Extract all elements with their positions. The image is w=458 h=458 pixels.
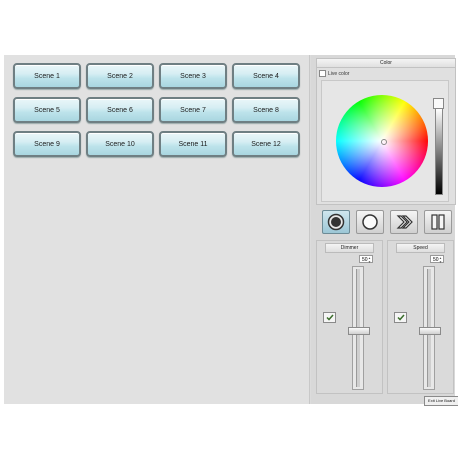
live-color-option[interactable]: Live color: [319, 70, 349, 77]
speed-slider-thumb[interactable]: [419, 327, 441, 335]
speed-value-input[interactable]: 50 ▲ ▼: [430, 255, 444, 264]
checkmark-icon: [325, 314, 334, 321]
scene-1-button[interactable]: Scene 1: [13, 63, 81, 89]
scene-8-button[interactable]: Scene 8: [232, 97, 300, 123]
dimmer-slider[interactable]: [348, 266, 370, 390]
spin-arrows-icon[interactable]: ▲ ▼: [439, 256, 442, 264]
color-wheel[interactable]: [336, 95, 428, 187]
checkmark-icon: [396, 314, 405, 321]
record-icon: [327, 213, 345, 231]
forward-button[interactable]: [390, 210, 418, 234]
exit-live-board-button[interactable]: Exit Live Board: [424, 396, 458, 406]
color-wheel-marker[interactable]: [381, 139, 387, 145]
speed-slider[interactable]: [419, 266, 441, 390]
scene-7-button[interactable]: Scene 7: [159, 97, 227, 123]
brightness-slider[interactable]: [435, 108, 443, 195]
color-panel: Color Live color: [316, 58, 456, 205]
scene-10-button[interactable]: Scene 10: [86, 131, 154, 157]
speed-checkbox[interactable]: [394, 312, 407, 323]
scene-5-button[interactable]: Scene 5: [13, 97, 81, 123]
scene-6-button[interactable]: Scene 6: [86, 97, 154, 123]
scene-area: Scene 1 Scene 2 Scene 3 Scene 4 Scene 5 …: [4, 55, 310, 404]
record-button[interactable]: [322, 210, 350, 234]
live-color-label: Live color: [328, 70, 350, 77]
scene-12-button[interactable]: Scene 12: [232, 131, 300, 157]
scene-9-button[interactable]: Scene 9: [13, 131, 81, 157]
pause-icon: [431, 214, 445, 230]
live-board-window: Scene 1 Scene 2 Scene 3 Scene 4 Scene 5 …: [4, 55, 458, 406]
speed-title: Speed: [396, 243, 445, 253]
scene-grid: Scene 1 Scene 2 Scene 3 Scene 4 Scene 5 …: [13, 63, 300, 157]
scene-3-button[interactable]: Scene 3: [159, 63, 227, 89]
color-panel-title: Color: [317, 59, 455, 68]
stop-button[interactable]: [356, 210, 384, 234]
dimmer-panel: Dimmer 50 ▲ ▼: [316, 240, 383, 394]
scene-4-button[interactable]: Scene 4: [232, 63, 300, 89]
forward-icon: [396, 215, 413, 229]
stop-icon: [362, 214, 378, 230]
scene-2-button[interactable]: Scene 2: [86, 63, 154, 89]
speed-value: 50: [433, 257, 439, 263]
dimmer-checkbox[interactable]: [323, 312, 336, 323]
dimmer-value-input[interactable]: 50 ▲ ▼: [359, 255, 373, 264]
live-color-checkbox[interactable]: [319, 70, 326, 77]
color-picker: [321, 80, 449, 202]
control-panel: Color Live color Dimmer 50 ▲ ▼ Speed 50 …: [311, 55, 458, 406]
dimmer-slider-thumb[interactable]: [348, 327, 370, 335]
pause-button[interactable]: [424, 210, 452, 234]
dimmer-value: 50: [362, 257, 368, 263]
playback-controls: [322, 210, 452, 234]
dimmer-title: Dimmer: [325, 243, 374, 253]
spin-arrows-icon[interactable]: ▲ ▼: [368, 256, 371, 264]
speed-panel: Speed 50 ▲ ▼: [387, 240, 454, 394]
scene-11-button[interactable]: Scene 11: [159, 131, 227, 157]
